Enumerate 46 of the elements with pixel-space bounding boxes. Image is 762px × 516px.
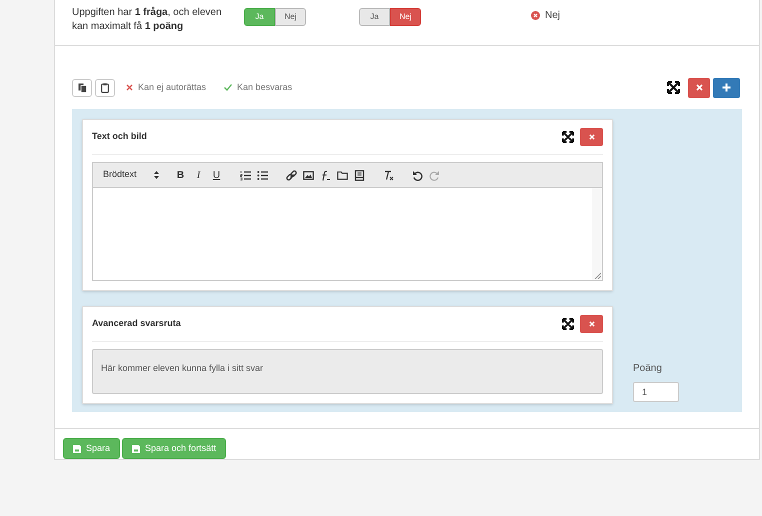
bullet-list-icon[interactable] xyxy=(256,170,268,180)
expand-icon[interactable] xyxy=(562,318,574,330)
toggle-option[interactable]: Ja xyxy=(359,8,390,26)
close-icon xyxy=(588,321,594,327)
document-icon[interactable] xyxy=(354,170,365,180)
status-icon xyxy=(531,11,540,20)
answer-box[interactable]: Här kommer eleven kunna fylla i sitt svar xyxy=(92,349,603,394)
clipboard-icon xyxy=(101,82,109,93)
italic-button[interactable]: I xyxy=(190,168,208,182)
numbered-list-icon[interactable] xyxy=(240,170,251,180)
toggle-option[interactable]: Nej xyxy=(275,8,306,26)
autocorrect-value: Nej xyxy=(545,9,560,23)
cross-icon xyxy=(126,84,133,92)
underline-button[interactable]: U xyxy=(208,168,226,182)
resize-handle-icon[interactable] xyxy=(594,272,601,279)
close-icon xyxy=(696,84,702,92)
check-icon xyxy=(224,84,232,92)
copy-icon xyxy=(78,82,86,93)
close-icon xyxy=(588,134,594,140)
flag-label: Kan ej autorättas xyxy=(138,81,206,94)
delete-button[interactable] xyxy=(580,315,603,333)
formula-icon[interactable] xyxy=(320,170,331,180)
clear-format-icon[interactable] xyxy=(382,170,394,180)
image-icon[interactable] xyxy=(302,170,314,180)
copy-button[interactable] xyxy=(72,78,92,97)
undo-icon[interactable] xyxy=(412,170,423,180)
plus-icon xyxy=(722,83,731,92)
toggle-option[interactable]: Nej xyxy=(390,8,421,26)
bold-button[interactable]: B xyxy=(172,168,190,182)
points-label: Poäng xyxy=(633,362,663,376)
points-field[interactable]: 1 xyxy=(633,382,679,402)
folder-icon[interactable] xyxy=(336,170,348,180)
delete-button[interactable] xyxy=(580,128,603,146)
answer-placeholder: Här kommer eleven kunna fylla i sitt svar xyxy=(101,363,264,373)
block-title: Avancerad svarsruta xyxy=(92,317,181,330)
flag-label: Kan besvaras xyxy=(237,81,292,94)
expand-icon[interactable] xyxy=(667,81,680,94)
delete-button[interactable] xyxy=(688,78,710,98)
add-button[interactable] xyxy=(713,78,740,98)
link-icon[interactable] xyxy=(286,170,297,180)
block-title: Text och bild xyxy=(92,130,147,144)
status-text: Uppgiften har 1 fråga, och eleven kan maximalt få 1 poäng xyxy=(72,6,222,34)
format-select[interactable]: Brödtext xyxy=(103,168,159,182)
updown-icon xyxy=(154,171,159,179)
paste-button[interactable] xyxy=(95,78,115,97)
expand-icon[interactable] xyxy=(562,131,574,143)
